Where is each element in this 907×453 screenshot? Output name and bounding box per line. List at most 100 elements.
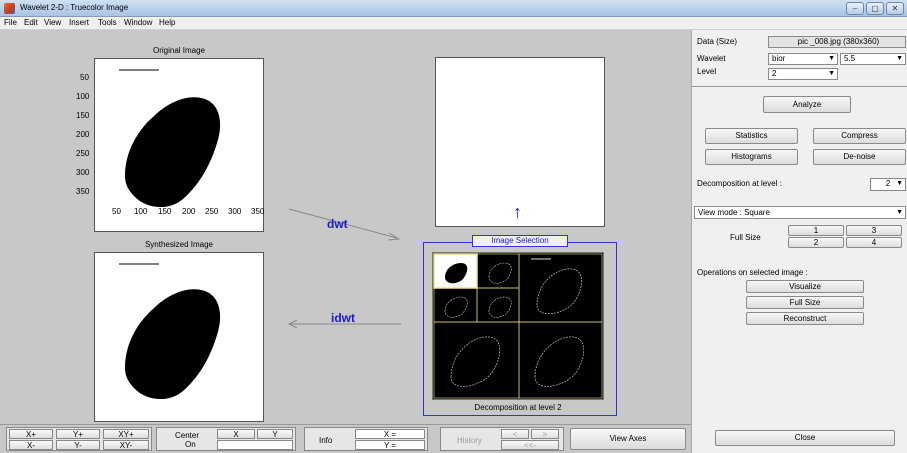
zoom-y-minus-button[interactable]: Y- — [56, 440, 100, 450]
zoom-x-plus-button[interactable]: X+ — [9, 429, 53, 439]
dwt-label: dwt — [327, 217, 348, 231]
menu-edit[interactable]: Edit — [24, 18, 38, 27]
window-title: Wavelet 2-D : Truecolor Image — [20, 3, 129, 12]
full-size-1-button[interactable]: 1 — [788, 225, 844, 236]
synthesized-image-axes[interactable] — [94, 252, 264, 422]
decomposition-axes[interactable] — [432, 252, 604, 400]
data-size-value: pic _008.jpg (380x360) — [768, 36, 906, 48]
denoise-button[interactable]: De-noise — [813, 149, 906, 165]
original-image-axes[interactable] — [94, 58, 264, 232]
info-group: Info X = Y = — [304, 427, 428, 451]
xtick-150: 150 — [158, 207, 172, 216]
compress-button[interactable]: Compress — [813, 128, 906, 144]
wavelet-order-value: 5.5 — [844, 54, 856, 63]
wavelet-family-value: bior — [772, 54, 786, 63]
full-size-button[interactable]: Full Size — [746, 296, 864, 309]
decomposition-level-select[interactable]: 2 ▼ — [870, 178, 906, 191]
dropdown-arrow-icon: ▼ — [896, 209, 903, 216]
history-back-button[interactable]: < — [501, 429, 529, 439]
original-image-title: Original Image — [152, 46, 206, 55]
level-label: Level — [697, 67, 717, 76]
zoom-y-plus-button[interactable]: Y+ — [56, 429, 100, 439]
decomposition-level-value: 2 — [885, 179, 891, 188]
dropdown-arrow-icon: ▼ — [896, 55, 903, 62]
zoom-x-minus-button[interactable]: X- — [9, 440, 53, 450]
visualize-button[interactable]: Visualize — [746, 280, 864, 293]
dropdown-arrow-icon: ▼ — [828, 55, 835, 62]
ytick-150: 150 — [76, 111, 90, 120]
center-label: Center — [175, 431, 200, 440]
control-panel: Data (Size) pic _008.jpg (380x360) Wavel… — [691, 30, 907, 453]
xtick-50: 50 — [112, 207, 121, 216]
center-group: Center On X Y — [156, 427, 296, 451]
maximize-button[interactable]: ▢ — [866, 2, 884, 15]
xtick-300: 300 — [228, 207, 242, 216]
center-y-button[interactable]: Y — [257, 429, 293, 439]
full-size-4-button[interactable]: 4 — [846, 237, 902, 248]
data-size-label: Data (Size) — [697, 37, 738, 46]
histograms-button[interactable]: Histograms — [705, 149, 798, 165]
xtick-200: 200 — [182, 207, 196, 216]
matlab-app-icon — [4, 3, 15, 14]
close-window-button[interactable]: ✕ — [886, 2, 904, 15]
up-arrow-icon: ↑ — [513, 202, 522, 222]
full-size-3-button[interactable]: 3 — [846, 225, 902, 236]
level-value: 2 — [772, 69, 777, 78]
xtick-100: 100 — [134, 207, 148, 216]
xtick-350: 350 — [251, 207, 265, 216]
history-reset-button[interactable]: <<- — [501, 440, 559, 450]
menu-insert[interactable]: Insert — [69, 18, 89, 27]
zoom-xy-minus-button[interactable]: XY- — [103, 440, 149, 450]
info-y-field: Y = — [355, 440, 425, 450]
synthesized-image-title: Synthesized Image — [144, 240, 214, 249]
bottom-toolbar: X+ Y+ XY+ X- Y- XY- Center On X Y Info X… — [0, 424, 691, 453]
full-size-2-button[interactable]: 2 — [788, 237, 844, 248]
statistics-button[interactable]: Statistics — [705, 128, 798, 144]
menu-file[interactable]: File — [4, 18, 17, 27]
menu-window[interactable]: Window — [124, 18, 152, 27]
ytick-50: 50 — [80, 73, 89, 82]
panel-divider — [692, 86, 907, 87]
history-forward-button[interactable]: > — [531, 429, 559, 439]
center-on-label: On — [185, 440, 196, 449]
analyze-button[interactable]: Analyze — [763, 96, 851, 113]
center-x-button[interactable]: X — [217, 429, 255, 439]
idwt-label: idwt — [331, 311, 355, 325]
ytick-200: 200 — [76, 130, 90, 139]
wavelet-family-select[interactable]: bior ▼ — [768, 53, 838, 65]
dropdown-arrow-icon: ▼ — [896, 180, 903, 187]
info-label: Info — [319, 436, 333, 445]
decomposition-caption: Decomposition at level 2 — [474, 403, 562, 412]
operations-label: Operations on selected image : — [697, 268, 808, 277]
image-selection-label: Image Selection — [472, 235, 568, 247]
zoom-group: X+ Y+ XY+ X- Y- XY- — [6, 427, 152, 451]
figure-area: Original Image 50 100 150 200 250 300 35… — [0, 30, 691, 424]
close-button[interactable]: Close — [715, 430, 895, 446]
full-size-label: Full Size — [730, 233, 761, 242]
level-select[interactable]: 2 ▼ — [768, 68, 838, 80]
center-on-field[interactable] — [217, 440, 293, 450]
history-label: History — [457, 436, 482, 445]
menu-tools[interactable]: Tools — [98, 18, 117, 27]
reconstruct-button[interactable]: Reconstruct — [746, 312, 864, 325]
view-mode-select[interactable]: View mode : Square ▼ — [694, 206, 906, 219]
xtick-250: 250 — [205, 207, 219, 216]
wavelet-label: Wavelet — [697, 54, 726, 63]
menu-help[interactable]: Help — [159, 18, 175, 27]
view-axes-button[interactable]: View Axes — [570, 428, 686, 450]
info-x-field: X = — [355, 429, 425, 439]
ytick-250: 250 — [76, 149, 90, 158]
menu-view[interactable]: View — [44, 18, 61, 27]
minimize-button[interactable]: – — [846, 2, 864, 15]
history-group: History < > <<- — [440, 427, 564, 451]
ytick-350: 350 — [76, 187, 90, 196]
ytick-300: 300 — [76, 168, 90, 177]
title-bar: Wavelet 2-D : Truecolor Image – ▢ ✕ — [0, 0, 907, 17]
dropdown-arrow-icon: ▼ — [828, 70, 835, 77]
ytick-100: 100 — [76, 92, 90, 101]
zoom-xy-plus-button[interactable]: XY+ — [103, 429, 149, 439]
view-mode-value: View mode : Square — [698, 208, 770, 217]
menu-bar: File Edit View Insert Tools Window Help — [0, 17, 907, 30]
decomposition-level-label: Decomposition at level : — [697, 179, 782, 188]
wavelet-order-select[interactable]: 5.5 ▼ — [840, 53, 906, 65]
